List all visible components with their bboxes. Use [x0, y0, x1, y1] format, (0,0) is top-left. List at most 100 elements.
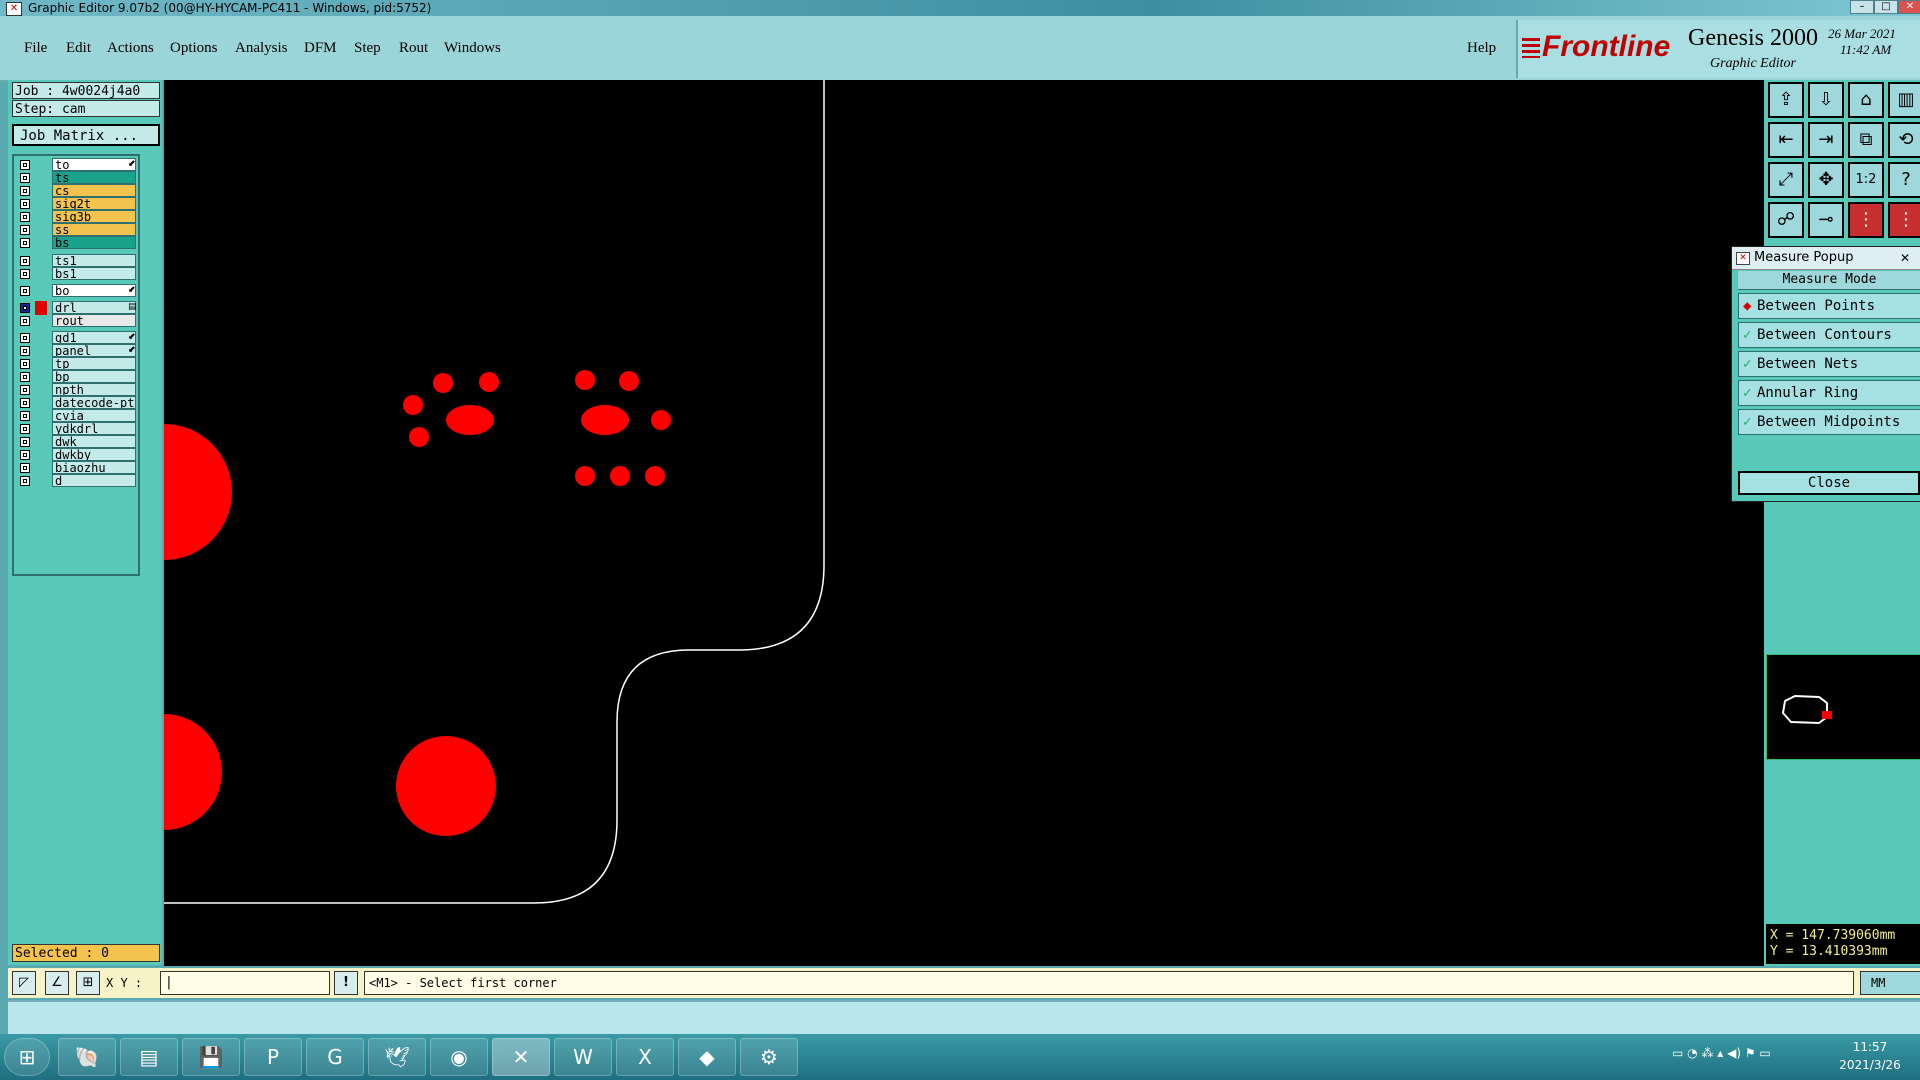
layer-name[interactable]: to — [52, 158, 136, 171]
mirror-icon[interactable]: ⧉ — [1848, 122, 1884, 158]
layer-row-biaozhu[interactable]: biaozhu — [16, 461, 136, 475]
measure-option-annular-ring[interactable]: ✓ Annular Ring — [1738, 380, 1920, 406]
layer-row-rout[interactable]: rout — [16, 314, 136, 328]
layer-down-icon[interactable]: ⇩ — [1808, 82, 1844, 118]
layer-checkbox[interactable] — [20, 225, 30, 235]
start-orb-icon[interactable]: ⊞ — [4, 1038, 50, 1076]
layer-name[interactable]: panel — [52, 344, 136, 357]
measure-option-between-nets[interactable]: ✓ Between Nets — [1738, 351, 1920, 377]
layer-checkbox[interactable] — [20, 437, 30, 447]
layer-checkbox[interactable] — [20, 424, 30, 434]
layer-checkbox[interactable] — [20, 398, 30, 408]
layer-row-dwk[interactable]: dwk — [16, 435, 136, 449]
layer-name[interactable]: bs — [52, 236, 136, 249]
layer-checkbox[interactable] — [20, 160, 30, 170]
layer-name[interactable]: drl — [52, 301, 136, 314]
word-icon[interactable]: W — [554, 1038, 612, 1076]
layer-name[interactable]: ts1 — [52, 254, 136, 267]
home-icon[interactable]: ⌂ — [1848, 82, 1884, 118]
layer-row-datecode-pt[interactable]: datecode-pt — [16, 396, 136, 410]
layer-checkbox[interactable] — [20, 385, 30, 395]
layer-name[interactable]: ts — [52, 171, 136, 184]
scale-icon[interactable]: 1:2 — [1848, 162, 1884, 198]
pan-left-icon[interactable]: ⇤ — [1768, 122, 1804, 158]
layer-checkbox[interactable] — [20, 186, 30, 196]
layer-name[interactable]: bp — [52, 370, 136, 383]
taskbar-clock[interactable]: 11:57 2021/3/26 — [1830, 1038, 1910, 1074]
save-disk-icon[interactable]: 💾 — [182, 1038, 240, 1076]
menu-rout[interactable]: Rout — [399, 40, 428, 57]
menu-edit[interactable]: Edit — [66, 40, 91, 57]
layer-name[interactable]: dwk — [52, 435, 136, 448]
maximize-button[interactable]: □ — [1874, 0, 1898, 14]
layer-row-bs1[interactable]: bs1 — [16, 267, 136, 281]
layer-checkbox[interactable] — [20, 463, 30, 473]
layer-row-d[interactable]: d — [16, 474, 136, 488]
zoom-fit-icon[interactable]: ⤢ — [1768, 162, 1804, 198]
layer-row-npth[interactable]: npth — [16, 383, 136, 397]
eye-app-icon[interactable]: ◉ — [430, 1038, 488, 1076]
menu-file[interactable]: File — [24, 40, 47, 57]
layer-name[interactable]: biaozhu — [52, 461, 136, 474]
p-app-icon[interactable]: P — [244, 1038, 302, 1076]
layer-row-cvia[interactable]: cvia — [16, 409, 136, 423]
layer-name[interactable]: sig3b — [52, 210, 136, 223]
menu-dfm[interactable]: DFM — [304, 40, 337, 57]
layer-name[interactable]: datecode-pt — [52, 396, 136, 409]
layer-name[interactable]: ydkdrl — [52, 422, 136, 435]
layer-name[interactable]: d — [52, 474, 136, 487]
layer-row-dwkby[interactable]: dwkby — [16, 448, 136, 462]
layer-row-tp[interactable]: tp — [16, 357, 136, 371]
layer-name[interactable]: sig2t — [52, 197, 136, 210]
pan-right-icon[interactable]: ⇥ — [1808, 122, 1844, 158]
layer-checkbox[interactable] — [20, 333, 30, 343]
minimize-button[interactable]: – — [1850, 0, 1874, 14]
layer-checkbox[interactable] — [20, 269, 30, 279]
layer-row-drl[interactable]: drl ▤ — [16, 301, 137, 315]
menu-analysis[interactable]: Analysis — [235, 40, 288, 57]
layer-row-ss[interactable]: ss — [16, 223, 136, 237]
layer-row-cs[interactable]: cs — [16, 184, 136, 198]
layer-up-icon[interactable]: ⇪ — [1768, 82, 1804, 118]
layer-row-bp[interactable]: bp — [16, 370, 136, 384]
g-app-icon[interactable]: G — [306, 1038, 364, 1076]
help-query-icon[interactable]: ? — [1888, 162, 1920, 198]
popup-close-button[interactable]: Close — [1738, 471, 1920, 495]
layer-row-bs[interactable]: bs — [16, 236, 136, 250]
net-red-2-icon[interactable]: ⋮ — [1888, 202, 1920, 238]
layer-checkbox[interactable] — [20, 372, 30, 382]
layer-row-panel[interactable]: panel ⬋ — [16, 344, 136, 358]
menu-options[interactable]: Options — [170, 40, 218, 57]
layer-row-bo[interactable]: bo ⬋ — [16, 284, 136, 298]
layer-row-to[interactable]: to ⬋ — [16, 158, 136, 172]
net-red-icon[interactable]: ⋮ — [1848, 202, 1884, 238]
layer-checkbox[interactable] — [20, 411, 30, 421]
layer-name[interactable]: bs1 — [52, 267, 136, 280]
layer-row-gd1[interactable]: gd1 ⬋ — [16, 331, 136, 345]
snap-icon[interactable]: ⟲ — [1888, 122, 1920, 158]
layer-checkbox[interactable] — [20, 199, 30, 209]
excel-icon[interactable]: X — [616, 1038, 674, 1076]
menu-step[interactable]: Step — [354, 40, 381, 57]
layer-checkbox[interactable] — [20, 303, 30, 313]
grid-snap-icon[interactable]: ⊞ — [76, 971, 100, 995]
layer-row-ts[interactable]: ts — [16, 171, 136, 185]
layer-checkbox[interactable] — [20, 316, 30, 326]
layer-checkbox[interactable] — [20, 476, 30, 486]
exclamation-button[interactable]: ! — [334, 971, 358, 995]
measure-icon[interactable]: ⊸ — [1808, 202, 1844, 238]
menu-windows[interactable]: Windows — [444, 40, 501, 57]
layer-checkbox[interactable] — [20, 359, 30, 369]
measure-option-between-midpoints[interactable]: ✓ Between Midpoints — [1738, 409, 1920, 435]
measure-option-between-points[interactable]: ◆ Between Points — [1738, 293, 1920, 319]
tray-icons[interactable]: ▭ ◔ ⁂ ▴ ◀) ⚑ ▭ — [1672, 1046, 1771, 1060]
layer-name[interactable]: ss — [52, 223, 136, 236]
unit-selector[interactable]: MM — [1860, 971, 1920, 995]
select-tool-icon[interactable]: ◸ — [12, 971, 36, 995]
zoom-center-icon[interactable]: ✥ — [1808, 162, 1844, 198]
layer-checkbox[interactable] — [20, 450, 30, 460]
menu-help[interactable]: Help — [1467, 40, 1496, 57]
layer-checkbox[interactable] — [20, 238, 30, 248]
measure-option-between-contours[interactable]: ✓ Between Contours — [1738, 322, 1920, 348]
layer-checkbox[interactable] — [20, 256, 30, 266]
